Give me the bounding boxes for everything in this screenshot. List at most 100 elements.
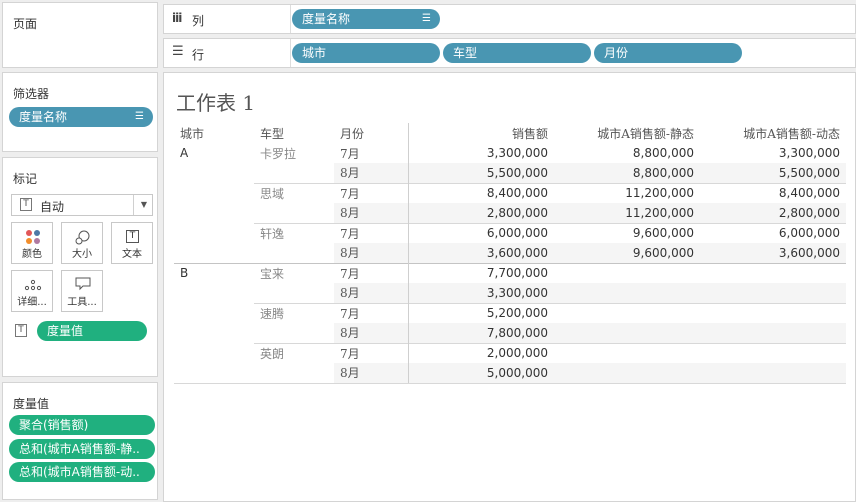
cell-month[interactable]: 8月 <box>334 243 409 263</box>
cell-dynamic[interactable]: 3,300,000 <box>700 143 846 163</box>
cell-static[interactable]: 11,200,000 <box>554 182 700 203</box>
cell-city[interactable] <box>174 363 254 384</box>
columns-shelf[interactable]: iii 列 度量名称 ☰ <box>163 4 856 34</box>
cell-city[interactable] <box>174 303 254 323</box>
cell-car[interactable]: 轩逸 <box>254 222 334 243</box>
header-sales[interactable]: 销售额 <box>408 123 554 143</box>
cell-static[interactable] <box>554 262 700 283</box>
cell-dynamic[interactable] <box>700 342 846 363</box>
cell-car[interactable] <box>254 283 334 303</box>
cell-city[interactable] <box>174 323 254 343</box>
cell-sales[interactable]: 7,700,000 <box>408 262 554 283</box>
cell-static[interactable]: 9,600,000 <box>554 243 700 263</box>
rows-shelf[interactable]: ☰ 行 城市 车型 月份 <box>163 38 856 68</box>
cell-dynamic[interactable] <box>700 262 846 283</box>
cell-month[interactable]: 7月 <box>334 143 409 163</box>
cell-static[interactable] <box>554 302 700 323</box>
cell-static[interactable]: 11,200,000 <box>554 203 700 223</box>
measure-pill-dynamic[interactable]: 总和(城市A销售额-动.. <box>9 462 155 482</box>
cell-month[interactable]: 8月 <box>334 323 409 343</box>
cell-sales[interactable]: 7,800,000 <box>408 323 554 343</box>
cell-dynamic[interactable]: 3,600,000 <box>700 243 846 263</box>
cell-dynamic[interactable] <box>700 283 846 303</box>
cell-month[interactable]: 7月 <box>334 182 409 203</box>
cell-sales[interactable]: 6,000,000 <box>408 222 554 243</box>
cell-static[interactable] <box>554 342 700 363</box>
cell-sales[interactable]: 5,000,000 <box>408 363 554 384</box>
cell-sales[interactable]: 3,600,000 <box>408 243 554 263</box>
cell-month[interactable]: 7月 <box>334 222 409 243</box>
filter-pill-measure-names[interactable]: 度量名称 ☰ <box>9 107 153 127</box>
measure-pill-static[interactable]: 总和(城市A销售额-静.. <box>9 439 155 459</box>
color-button[interactable]: 颜色 <box>11 222 53 264</box>
cell-car[interactable]: 卡罗拉 <box>254 143 334 163</box>
detail-button[interactable]: 详细... <box>11 270 53 312</box>
header-city[interactable]: 城市 <box>174 123 254 143</box>
columns-pill-measure-names[interactable]: 度量名称 ☰ <box>292 9 440 29</box>
cell-sales[interactable]: 2,800,000 <box>408 203 554 223</box>
mark-type-dropdown[interactable]: T 自动 ▼ <box>11 194 153 216</box>
cell-static[interactable] <box>554 283 700 303</box>
cell-city[interactable] <box>174 183 254 203</box>
cell-city[interactable] <box>174 203 254 223</box>
rows-pill-car[interactable]: 车型 <box>443 43 591 63</box>
measure-values-panel[interactable]: 度量值 聚合(销售额) 总和(城市A销售额-静.. 总和(城市A销售额-动.. <box>2 382 158 500</box>
header-static[interactable]: 城市A销售额-静态 <box>554 123 700 143</box>
cell-car[interactable] <box>254 203 334 223</box>
tooltip-button[interactable]: 工具... <box>61 270 103 312</box>
cell-car[interactable]: 宝来 <box>254 262 334 283</box>
cell-month[interactable]: 8月 <box>334 283 409 303</box>
cell-static[interactable]: 8,800,000 <box>554 143 700 163</box>
cell-month[interactable]: 7月 <box>334 302 409 323</box>
header-dynamic[interactable]: 城市A销售额-动态 <box>700 123 846 143</box>
cell-dynamic[interactable] <box>700 363 846 384</box>
header-car[interactable]: 车型 <box>254 123 334 143</box>
cell-dynamic[interactable]: 6,000,000 <box>700 222 846 243</box>
cell-city[interactable]: A <box>174 143 254 163</box>
cell-month[interactable]: 7月 <box>334 342 409 363</box>
cell-sales[interactable]: 2,000,000 <box>408 342 554 363</box>
cell-car[interactable] <box>254 323 334 343</box>
marks-panel[interactable]: 标记 T 自动 ▼ 颜色 大小 T 文本 详细... 工具... T 度量值 <box>2 157 158 377</box>
filters-panel[interactable]: 筛选器 度量名称 ☰ <box>2 72 158 152</box>
cell-city[interactable] <box>174 243 254 263</box>
cell-dynamic[interactable]: 5,500,000 <box>700 163 846 183</box>
cell-sales[interactable]: 3,300,000 <box>408 283 554 303</box>
cell-car[interactable] <box>254 243 334 263</box>
size-button[interactable]: 大小 <box>61 222 103 264</box>
cell-sales[interactable]: 5,500,000 <box>408 163 554 183</box>
cell-month[interactable]: 7月 <box>334 262 409 283</box>
cell-car[interactable]: 思域 <box>254 182 334 203</box>
cell-dynamic[interactable]: 2,800,000 <box>700 203 846 223</box>
rows-pill-month[interactable]: 月份 <box>594 43 742 63</box>
cell-dynamic[interactable] <box>700 323 846 343</box>
cell-car[interactable] <box>254 163 334 183</box>
cell-car[interactable]: 英朗 <box>254 342 334 363</box>
cell-city[interactable] <box>174 163 254 183</box>
cell-static[interactable] <box>554 323 700 343</box>
cell-city[interactable] <box>174 343 254 363</box>
measure-values-mark-pill[interactable]: 度量值 <box>37 321 147 341</box>
cell-static[interactable] <box>554 363 700 384</box>
cell-month[interactable]: 8月 <box>334 363 409 384</box>
cell-city[interactable]: B <box>174 262 254 283</box>
cell-car[interactable]: 速腾 <box>254 302 334 323</box>
pages-panel[interactable]: 页面 <box>2 2 158 68</box>
cell-city[interactable] <box>174 223 254 243</box>
cell-month[interactable]: 8月 <box>334 203 409 223</box>
cell-sales[interactable]: 3,300,000 <box>408 143 554 163</box>
cell-month[interactable]: 8月 <box>334 163 409 183</box>
cell-city[interactable] <box>174 283 254 303</box>
sort-icon: ☰ <box>422 13 431 24</box>
cell-sales[interactable]: 8,400,000 <box>408 182 554 203</box>
header-month[interactable]: 月份 <box>334 123 409 143</box>
rows-pill-city[interactable]: 城市 <box>292 43 440 63</box>
cell-dynamic[interactable] <box>700 302 846 323</box>
cell-sales[interactable]: 5,200,000 <box>408 302 554 323</box>
cell-car[interactable] <box>254 363 334 384</box>
cell-static[interactable]: 9,600,000 <box>554 222 700 243</box>
cell-static[interactable]: 8,800,000 <box>554 163 700 183</box>
measure-pill-sales[interactable]: 聚合(销售额) <box>9 415 155 435</box>
cell-dynamic[interactable]: 8,400,000 <box>700 182 846 203</box>
text-button[interactable]: T 文本 <box>111 222 153 264</box>
